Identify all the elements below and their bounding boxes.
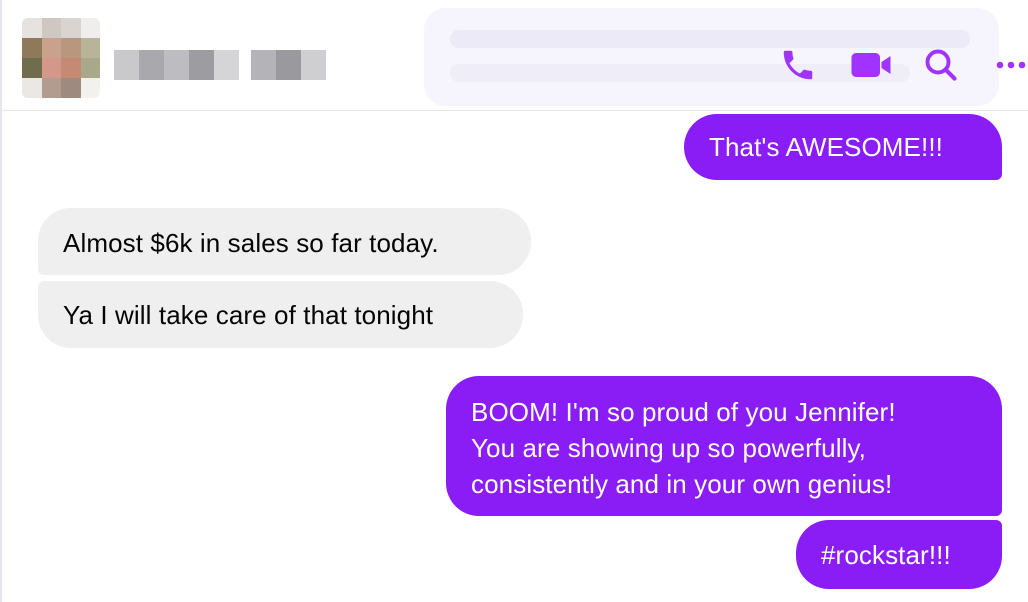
contact-name-redacted[interactable] [114,50,326,80]
more-options-icon[interactable] [992,44,1028,86]
conversation-header [2,0,1028,111]
video-camera-icon[interactable] [850,44,892,86]
message-bubble-outgoing[interactable]: #rockstar!!! [796,520,1002,589]
message-text-line: consistently and in your own genius! [471,469,893,499]
phone-icon[interactable] [777,44,819,86]
message-bubble-outgoing[interactable]: BOOM! I'm so proud of you Jennifer! You … [446,376,1002,516]
search-icon[interactable] [920,44,962,86]
message-bubble-incoming[interactable]: Almost $6k in sales so far today. [38,208,531,275]
message-text-line: You are showing up so powerfully, [471,433,866,463]
message-text: Almost $6k in sales so far today. [63,228,439,258]
avatar[interactable] [22,18,100,98]
message-text-line: BOOM! I'm so proud of you Jennifer! [471,397,896,427]
message-text: Ya I will take care of that tonight [63,300,434,330]
message-text: That's AWESOME!!! [709,132,943,162]
message-bubble-outgoing[interactable]: That's AWESOME!!! [684,114,1002,180]
message-bubble-incoming[interactable]: Ya I will take care of that tonight [38,281,523,348]
redacted-header-area [424,8,999,106]
message-text: #rockstar!!! [821,540,951,570]
